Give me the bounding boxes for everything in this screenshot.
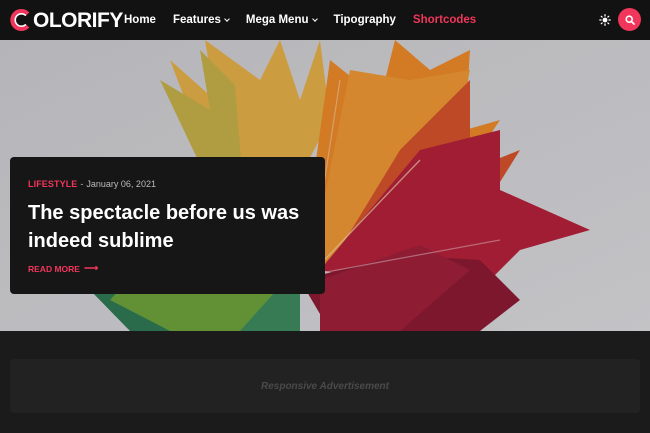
post-title[interactable]: The spectacle before us was indeed subli… xyxy=(28,199,308,255)
nav-item-home[interactable]: Home xyxy=(124,14,156,26)
nav-item-mega-menu[interactable]: Mega Menu xyxy=(245,14,318,26)
nav-item-features[interactable]: Features xyxy=(172,14,230,26)
search-button[interactable] xyxy=(618,8,641,31)
main-nav: Home Features Mega Menu Tipography Short… xyxy=(124,0,493,40)
read-more-link[interactable]: READ MORE ⟶ xyxy=(28,263,307,274)
advertisement-slot[interactable]: Responsive Advertisement xyxy=(10,359,640,413)
chevron-down-icon xyxy=(311,15,318,22)
post-date: January 06, 2021 xyxy=(86,179,156,189)
arrow-right-icon: ⟶ xyxy=(83,263,99,274)
featured-post-card: LIFESTYLE - January 06, 2021 The spectac… xyxy=(10,157,325,294)
site-header: OLORIFY Home Features Mega Menu Tipograp… xyxy=(0,0,650,40)
nav-item-label: Tipography xyxy=(333,14,396,26)
logo-c-icon xyxy=(10,9,32,31)
nav-item-shortcodes[interactable]: Shortcodes xyxy=(413,14,476,26)
chevron-down-icon xyxy=(224,15,230,22)
site-logo[interactable]: OLORIFY xyxy=(10,7,123,33)
nav-item-label: Mega Menu xyxy=(245,14,309,26)
featured-hero[interactable]: LIFESTYLE - January 06, 2021 The spectac… xyxy=(0,40,650,331)
post-meta: LIFESTYLE - January 06, 2021 xyxy=(28,179,307,189)
theme-toggle-button[interactable] xyxy=(597,12,613,28)
nav-item-label: Shortcodes xyxy=(412,14,477,26)
meta-separator: - xyxy=(80,179,84,189)
nav-item-label: Home xyxy=(124,14,156,26)
advertisement-label: Responsive Advertisement xyxy=(260,380,389,392)
nav-item-tipography[interactable]: Tipography xyxy=(334,14,396,26)
read-more-label: READ MORE xyxy=(28,263,80,274)
category-link[interactable]: LIFESTYLE xyxy=(28,179,77,189)
nav-item-label: Features xyxy=(172,14,221,26)
search-icon xyxy=(624,14,635,25)
logo-text: OLORIFY xyxy=(33,8,123,32)
sun-icon xyxy=(599,14,611,26)
